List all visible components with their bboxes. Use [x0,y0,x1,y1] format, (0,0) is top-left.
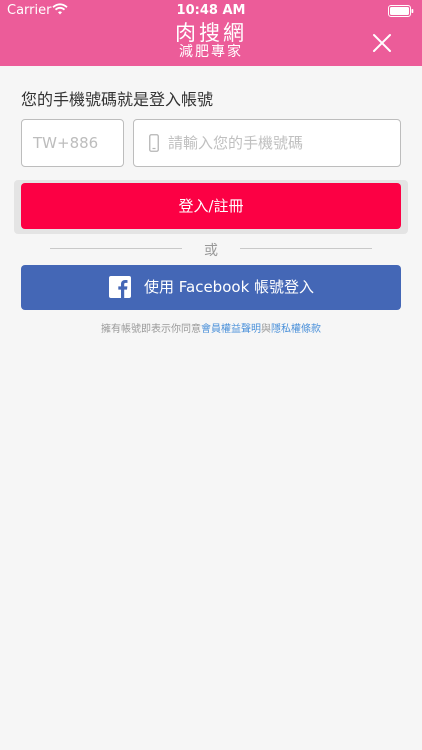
facebook-button-label: 使用 Facebook 帳號登入 [144,278,315,296]
member-rights-link[interactable]: 會員權益聲明 [201,324,261,335]
phone-number-input[interactable] [168,120,393,166]
logo-subtitle: 減肥專家 [179,44,243,60]
battery-icon [388,5,414,21]
close-icon [373,34,391,52]
login-register-button[interactable]: 登入/註冊 [21,183,401,229]
country-code-field[interactable]: TW+886 [21,119,124,167]
phone-field[interactable] [133,119,401,167]
brand-logo: 肉搜網 減肥專家 [0,22,422,61]
phone-icon [149,134,159,156]
app-header: Carrier 10:48 AM 肉搜網 減肥專家 [0,0,422,66]
privacy-policy-link[interactable]: 隱私權條款 [271,324,321,335]
terms-prefix: 擁有帳號即表示你同意 [101,324,201,335]
close-button[interactable] [372,33,392,53]
facebook-login-button[interactable]: 使用 Facebook 帳號登入 [21,265,401,310]
divider-or: 或 [204,243,218,259]
status-time: 10:48 AM [176,3,246,18]
login-prompt: 您的手機號碼就是登入帳號 [21,90,214,109]
logo-title: 肉搜網 [175,21,247,45]
terms-notice: 擁有帳號即表示你同意會員權益聲明與隱私權條款 [0,320,422,335]
terms-conjunction: 與 [261,324,271,335]
status-bar: Carrier 10:48 AM [0,0,422,22]
facebook-icon [109,276,131,298]
